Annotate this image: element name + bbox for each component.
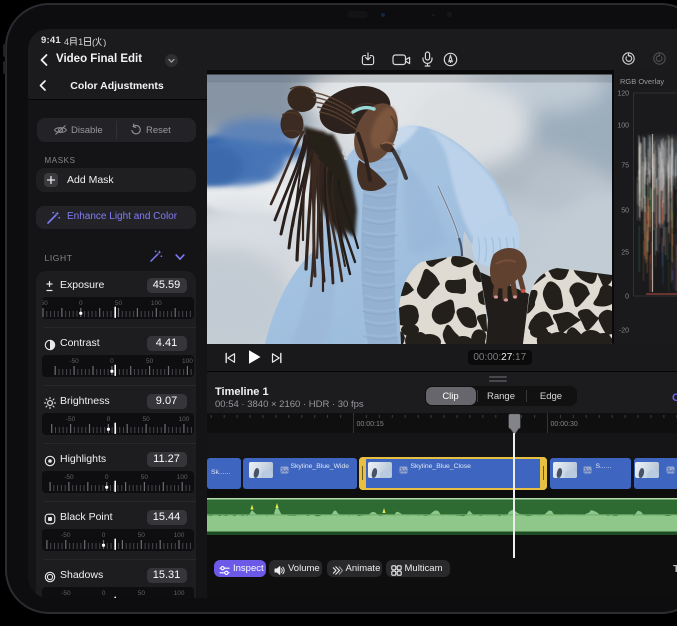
svg-text:75: 75: [621, 163, 629, 170]
svg-text:100: 100: [617, 123, 629, 130]
svg-text:50: 50: [146, 358, 154, 365]
svg-text:25: 25: [621, 250, 629, 257]
svg-text:50: 50: [115, 300, 123, 307]
svg-text:-50: -50: [61, 590, 71, 597]
svg-text:0: 0: [102, 590, 106, 597]
svg-text:50: 50: [138, 590, 146, 597]
svg-text:100: 100: [177, 474, 188, 481]
svg-text:-50: -50: [61, 532, 71, 539]
svg-text:50: 50: [621, 208, 629, 215]
svg-text:100: 100: [174, 532, 185, 539]
svg-text:4: 4: [64, 36, 69, 46]
svg-text:00:00:30: 00:00:30: [551, 421, 578, 428]
svg-text:00:00:15: 00:00:15: [357, 421, 384, 428]
svg-text:50: 50: [138, 532, 146, 539]
svg-text:0: 0: [107, 416, 111, 423]
svg-text:-50: -50: [66, 416, 76, 423]
svg-text:0: 0: [625, 294, 629, 301]
svg-text:100: 100: [178, 416, 189, 423]
svg-text:-20: -20: [618, 328, 628, 335]
svg-text:50: 50: [141, 474, 149, 481]
svg-text:1: 1: [78, 36, 83, 46]
svg-text:-50: -50: [69, 358, 79, 365]
svg-text:0: 0: [105, 474, 109, 481]
svg-text:0: 0: [110, 358, 114, 365]
svg-text:100: 100: [182, 358, 193, 365]
svg-text:-50: -50: [64, 474, 74, 481]
svg-text:120: 120: [617, 91, 629, 98]
svg-text:-50: -50: [42, 300, 48, 307]
svg-text:): ): [103, 37, 106, 47]
svg-text:100: 100: [151, 300, 162, 307]
svg-text:0: 0: [79, 300, 83, 307]
svg-text:50: 50: [142, 416, 150, 423]
svg-text:(: (: [92, 37, 96, 47]
svg-text:0: 0: [102, 532, 106, 539]
svg-text:100: 100: [174, 590, 185, 597]
svg-text:RGB Overlay: RGB Overlay: [620, 77, 664, 86]
